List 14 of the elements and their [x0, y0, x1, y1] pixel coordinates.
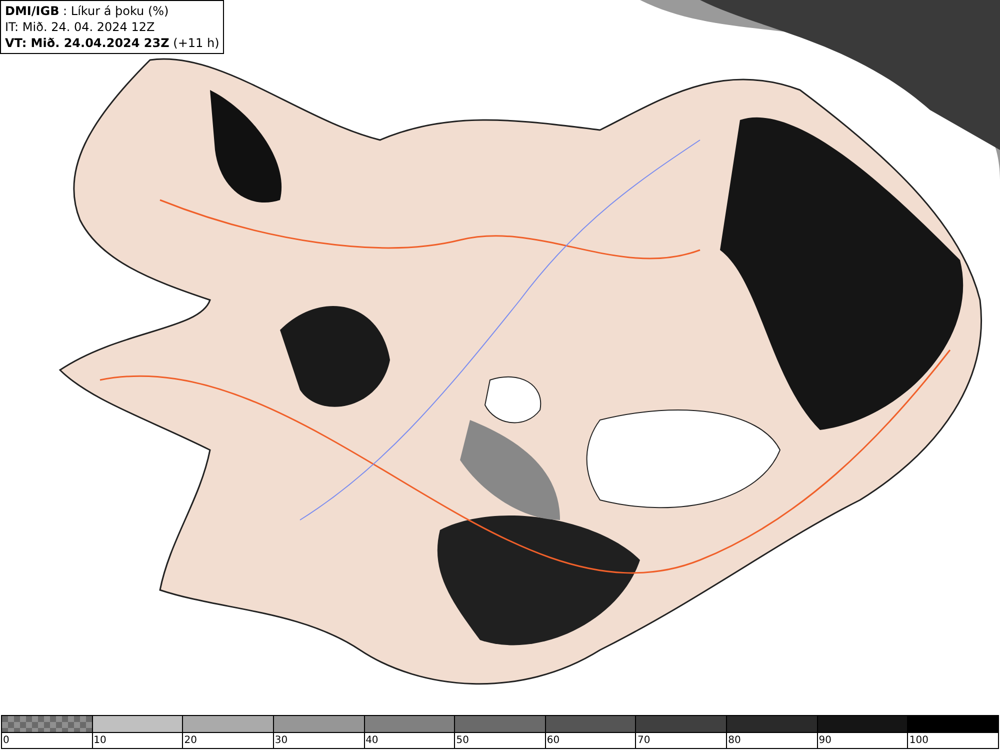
scale-label: 10	[94, 735, 106, 746]
scale-label: 30	[274, 735, 288, 746]
info-line: IT: Mið. 24. 04. 2024 12Z	[5, 19, 156, 35]
info-line: VT: Mið. 24.04.2024 23Z (+11 h)	[5, 35, 220, 51]
scale-label: 100	[909, 735, 928, 746]
info-line: DMI/IGB : Líkur á þoku (%)	[5, 3, 170, 19]
scale-label: 70	[637, 735, 650, 746]
scale-label: 80	[728, 735, 741, 746]
scale-label: 20	[184, 735, 198, 746]
scale-label: 40	[366, 735, 378, 746]
scale-label: 0	[3, 735, 10, 746]
scale-label: 60	[546, 735, 560, 746]
scale-label: 90	[818, 735, 832, 746]
scale-label: 50	[456, 735, 469, 746]
